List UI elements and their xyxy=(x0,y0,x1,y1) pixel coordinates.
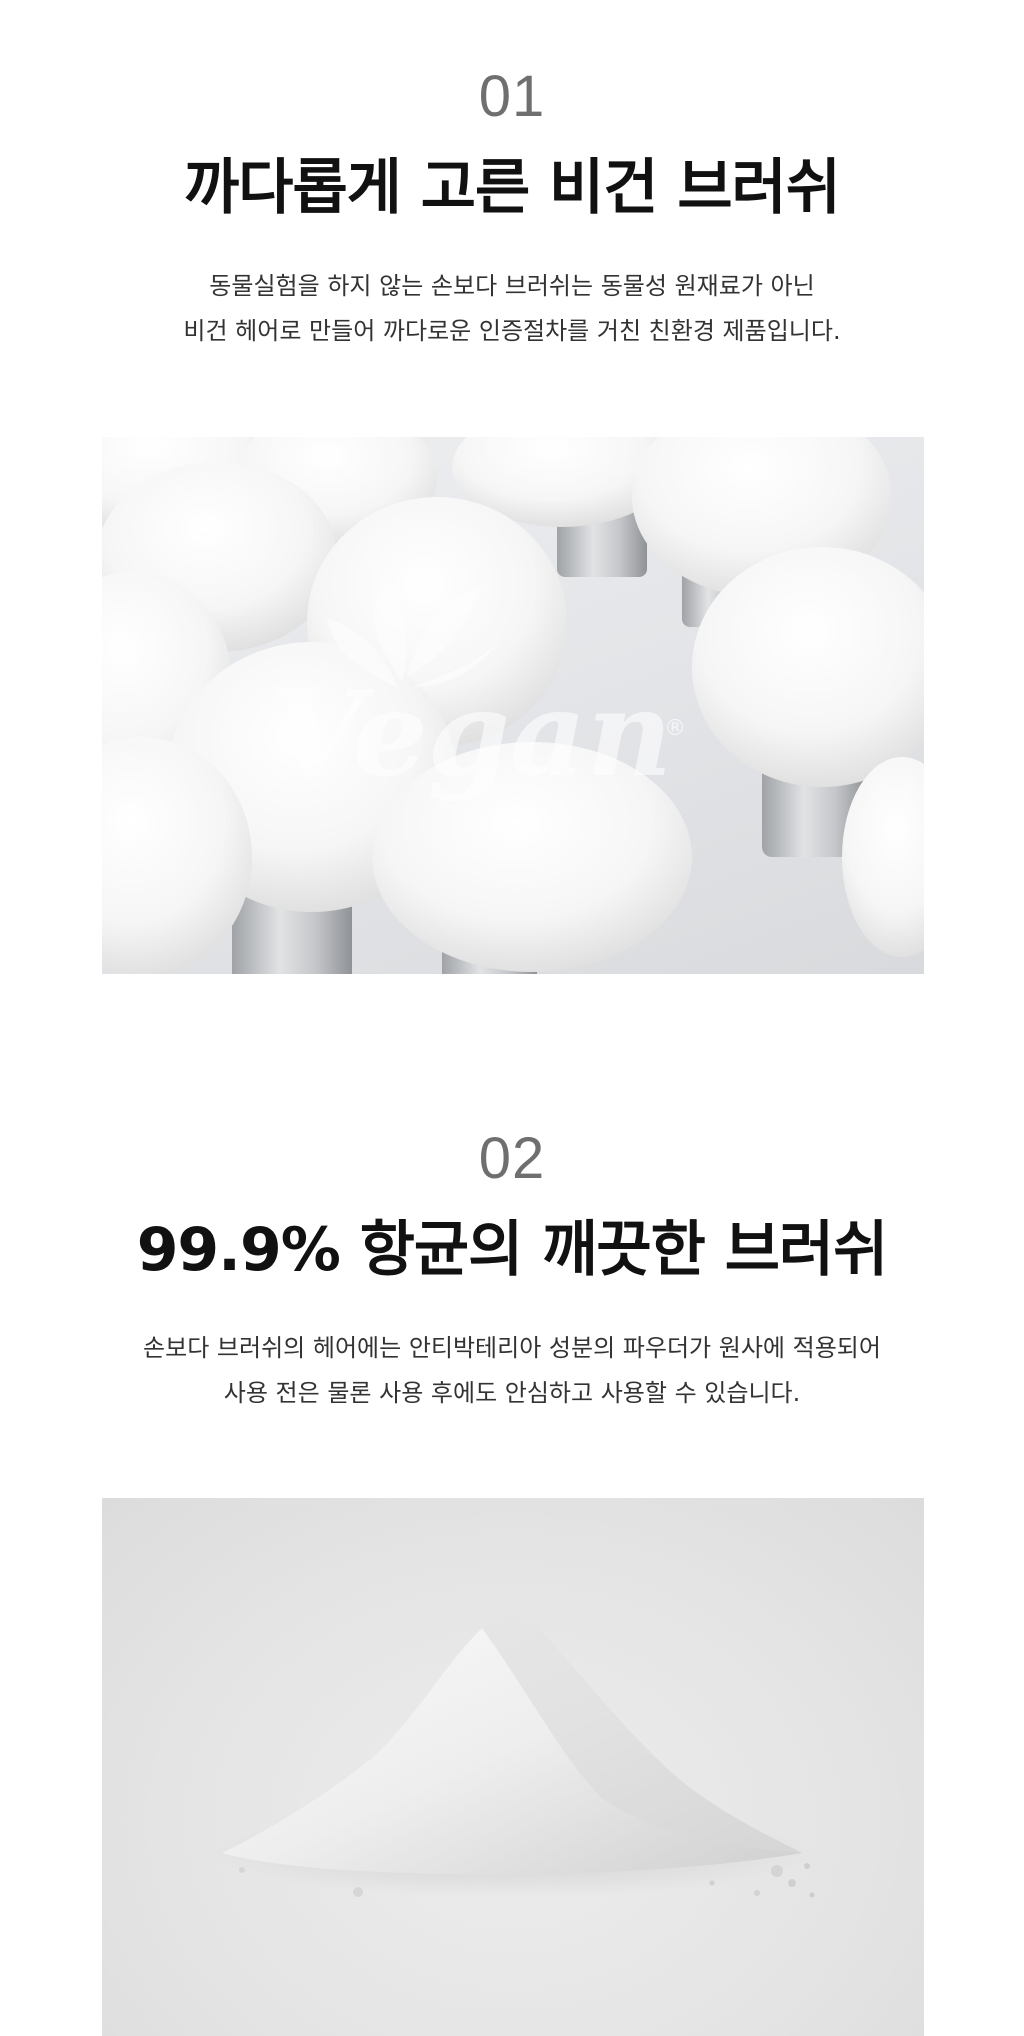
section-title-vegan: 까다롭게 고른 비건 브러쉬 xyxy=(184,153,841,223)
vegan-brushes-photo: Vegan ® xyxy=(102,437,924,974)
description-line: 비건 헤어로 만들어 까다로운 인증절차를 거친 친환경 제품입니다. xyxy=(183,317,841,345)
registered-mark: ® xyxy=(664,716,686,741)
description-line: 손보다 브러쉬의 헤어에는 안티박테리아 성분의 파우더가 원사에 적용되어 xyxy=(143,1334,881,1362)
section-description-vegan: 동물실험을 하지 않는 손보다 브러쉬는 동물성 원재료가 아닌 비건 헤어로 … xyxy=(0,264,1024,354)
description-line: 동물실험을 하지 않는 손보다 브러쉬는 동물성 원재료가 아닌 xyxy=(209,272,815,300)
section-title-antibacterial: 99.9% 항균의 깨끗한 브러쉬 xyxy=(136,1215,889,1285)
description-line: 사용 전은 물론 사용 후에도 안심하고 사용할 수 있습니다. xyxy=(223,1379,801,1407)
powder-photo xyxy=(102,1498,924,2036)
vegan-watermark: Vegan xyxy=(272,664,673,803)
section-number-01: 01 xyxy=(478,64,546,129)
section-description-antibacterial: 손보다 브러쉬의 헤어에는 안티박테리아 성분의 파우더가 원사에 적용되어 사… xyxy=(0,1326,1024,1416)
section-number-02: 02 xyxy=(478,1126,546,1191)
